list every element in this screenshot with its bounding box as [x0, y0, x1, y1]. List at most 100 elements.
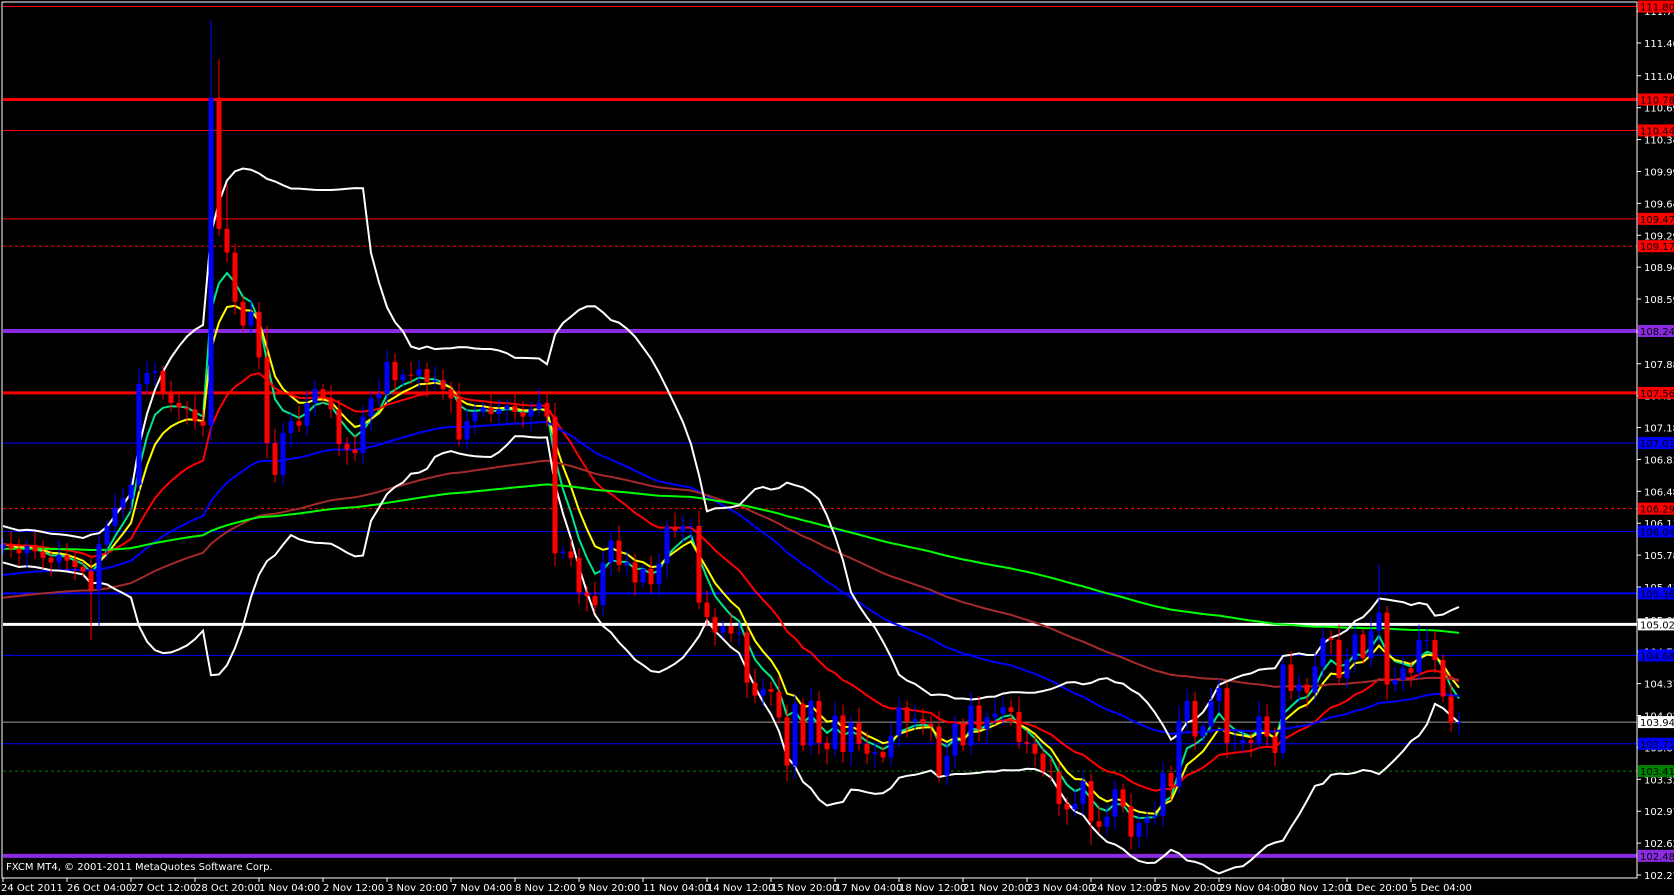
candle-body [408, 374, 414, 376]
y-tick-label: 111.040 [1644, 72, 1674, 83]
y-tick-label: 107.880 [1644, 360, 1674, 371]
price-level-label-text: 106.040 [1640, 527, 1674, 538]
candle-body [1272, 736, 1278, 753]
price-level-label-text: 103.948 [1640, 718, 1674, 729]
price-level-label-text: 110.780 [1640, 95, 1674, 106]
candle-body [472, 412, 478, 422]
candle-body [184, 407, 190, 410]
candle-body [776, 691, 782, 718]
x-tick-label: 24 Oct 2011 [1, 883, 63, 894]
candle-body [1392, 679, 1398, 685]
candle-body [288, 421, 294, 434]
candle-body [512, 405, 518, 413]
x-tick-label: 21 Nov 20:00 [963, 883, 1030, 894]
price-level-label-text: 104.680 [1640, 651, 1674, 662]
x-tick-label: 27 Oct 12:00 [131, 883, 196, 894]
candle-body [1384, 612, 1390, 685]
candle-body [1008, 707, 1014, 712]
y-tick-label: 106.480 [1644, 487, 1674, 498]
candle-body [272, 443, 278, 475]
candle-body [792, 703, 798, 766]
candle-body [328, 398, 334, 410]
candle-body [152, 371, 158, 373]
y-tick-label: 111.400 [1644, 39, 1674, 50]
price-level-label-text: 109.470 [1640, 215, 1674, 226]
candle-body [192, 409, 198, 422]
candle-body [824, 742, 830, 750]
candle-body [1352, 634, 1358, 660]
price-level-label: 107.010 [1638, 437, 1674, 450]
candle-body [440, 380, 446, 390]
candle-body [136, 383, 142, 485]
candle-body [600, 562, 606, 606]
x-tick-label: 1 Dec 20:00 [1347, 883, 1408, 894]
candle-body [928, 723, 934, 727]
candle-body [944, 755, 950, 776]
candle-body [24, 546, 30, 554]
candle-body [400, 374, 406, 381]
chart-background [0, 0, 1674, 895]
price-level-label: 102.480 [1638, 849, 1674, 863]
price-level-label: 105.020 [1638, 618, 1674, 631]
x-tick-label: 26 Oct 04:00 [67, 883, 132, 894]
candle-body [536, 402, 542, 410]
x-tick-label: 3 Nov 20:00 [387, 883, 448, 894]
candle-body [416, 369, 422, 376]
candle-body [1280, 664, 1286, 753]
candle-body [1376, 612, 1382, 631]
candle-body [432, 380, 438, 382]
candle-body [1048, 771, 1054, 773]
candle-body [1248, 740, 1254, 743]
candle-body [208, 97, 214, 426]
candle-body [352, 449, 358, 454]
candle-body [1152, 815, 1158, 818]
price-level-label-text: 102.480 [1640, 852, 1674, 863]
candle-body [616, 540, 622, 566]
candle-body [960, 723, 966, 746]
y-tick-label: 108.590 [1644, 295, 1674, 306]
candle-body [720, 626, 726, 633]
x-tick-label: 24 Nov 12:00 [1091, 883, 1158, 894]
price-chart[interactable]: 111.750111.400111.040110.690110.340109.9… [0, 0, 1674, 895]
candle-body [840, 715, 846, 752]
candle-body [32, 546, 38, 552]
candle-body [1064, 803, 1070, 810]
candle-body [312, 389, 318, 403]
candle-body [56, 555, 62, 563]
candle-body [1360, 634, 1366, 659]
candle-body [1104, 816, 1110, 827]
candle-body [1208, 700, 1214, 727]
candle-body [896, 707, 902, 736]
candle-body [104, 525, 110, 545]
price-level-label: 105.360 [1638, 587, 1674, 600]
candle-body [872, 751, 878, 754]
candle-body [1176, 720, 1182, 787]
candle-body [128, 484, 134, 499]
candle-body [80, 566, 86, 572]
price-level-label: 103.410 [1638, 765, 1674, 778]
y-tick-label: 104.370 [1644, 680, 1674, 691]
candle-body [768, 689, 774, 692]
candle-body [296, 421, 302, 426]
candle-body [1448, 696, 1454, 723]
x-tick-label: 9 Nov 20:00 [579, 883, 640, 894]
candle-body [1264, 716, 1270, 737]
candle-body [1416, 639, 1422, 673]
candle-body [1312, 666, 1318, 693]
candle-body [16, 548, 22, 554]
candle-body [216, 97, 222, 229]
candle-body [832, 715, 838, 750]
x-tick-label: 23 Nov 04:00 [1027, 883, 1094, 894]
price-level-label-text: 103.410 [1640, 767, 1674, 778]
x-tick-label: 28 Oct 20:00 [195, 883, 260, 894]
candle-body [1232, 742, 1238, 744]
candle-body [448, 389, 454, 399]
candle-body [1032, 743, 1038, 754]
candle-body [64, 555, 70, 561]
x-tick-label: 11 Nov 04:00 [643, 883, 710, 894]
candle-body [200, 421, 206, 426]
candle-body [1000, 707, 1006, 714]
price-level-label: 103.710 [1638, 737, 1674, 751]
x-tick-label: 14 Nov 12:00 [707, 883, 774, 894]
candle-body [480, 407, 486, 413]
